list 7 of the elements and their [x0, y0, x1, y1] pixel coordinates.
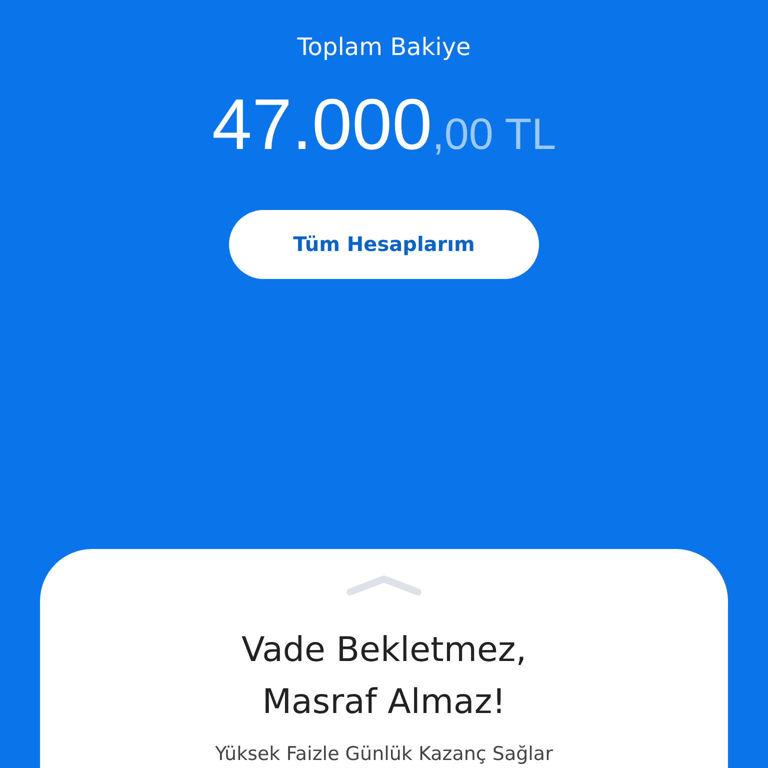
balance-label: Toplam Bakiye: [297, 32, 471, 63]
balance-amount: 47.000: [212, 85, 432, 165]
promo-description: Yüksek Faizle Günlük Kazanç Sağlar: [215, 742, 553, 766]
promo-headline: Vade Bekletmez, Masraf Almaz!: [241, 628, 527, 724]
all-accounts-button[interactable]: Tüm Hesaplarım: [229, 210, 539, 278]
balance-fraction: ,00 TL: [432, 109, 556, 161]
chevron-up-icon[interactable]: [346, 574, 422, 596]
